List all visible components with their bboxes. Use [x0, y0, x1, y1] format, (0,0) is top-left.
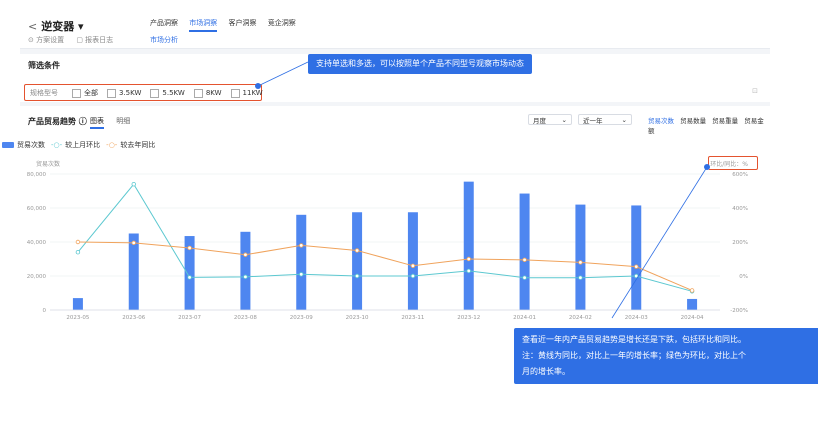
- filter-tip-callout: 支持单选和多选，可以按照单个产品不同型号观察市场动态: [308, 54, 532, 74]
- filter-callout-line: [257, 61, 309, 87]
- filter-callout-dot: [255, 83, 261, 89]
- trend-tip-callout: 查看近一年内产品贸易趋势是增长还是下跌，包括环比和同比。 注：黄线为同比，对比上…: [514, 328, 818, 384]
- trend-tip-line-2: 注：黄线为同比，对比上一年的增长率；绿色为环比，对比上个: [522, 351, 746, 360]
- trend-callout-line: [611, 166, 708, 319]
- trend-tip-line-1: 查看近一年内产品贸易趋势是增长还是下跌，包括环比和同比。: [522, 335, 746, 344]
- trend-callout-dot: [704, 164, 710, 170]
- trend-tip-line-3: 月的增长率。: [522, 367, 570, 376]
